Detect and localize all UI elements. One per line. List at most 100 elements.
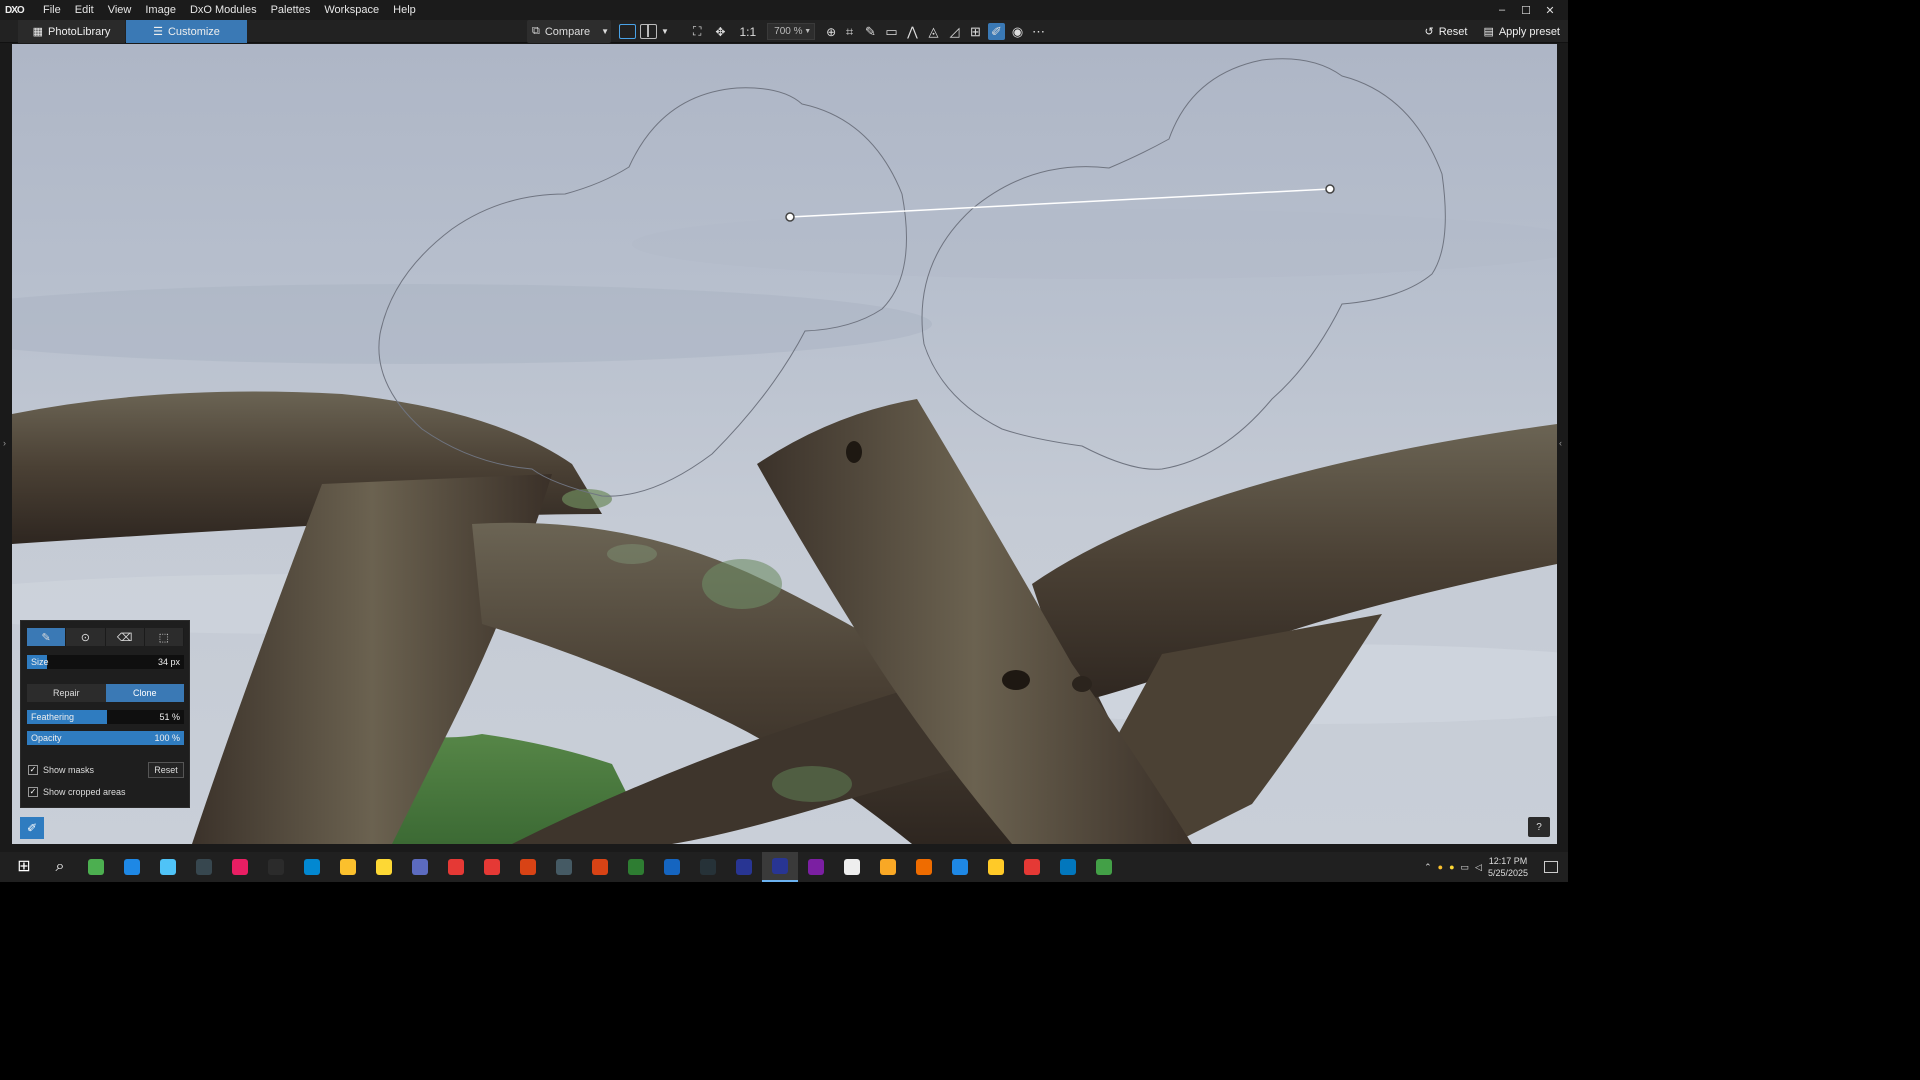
taskbar-app-red-button[interactable] bbox=[438, 852, 474, 882]
zoom-group: ⛶ ✥ 1:1 700 % ▼ ⊕ bbox=[690, 20, 839, 43]
eyedropper-icon[interactable]: ✎ bbox=[862, 23, 879, 40]
clock[interactable]: 12:17 PM 5/25/2025 bbox=[1488, 855, 1528, 879]
knot-hole bbox=[846, 441, 862, 463]
taskbar-word-button[interactable] bbox=[654, 852, 690, 882]
reset-button[interactable]: ↺ Reset bbox=[1424, 25, 1467, 39]
menu-help[interactable]: Help bbox=[386, 4, 423, 16]
tray-app-icon[interactable]: ● bbox=[1449, 862, 1454, 872]
network-icon[interactable]: ▭ bbox=[1461, 862, 1470, 873]
repair-icon[interactable]: ✐ bbox=[988, 23, 1005, 40]
taskbar-app-white-button[interactable] bbox=[546, 852, 582, 882]
menu-edit[interactable]: Edit bbox=[68, 4, 101, 16]
close-button[interactable]: ✕ bbox=[1538, 4, 1562, 17]
menu-dxo-modules[interactable]: DxO Modules bbox=[183, 4, 264, 16]
move-icon[interactable]: ✥ bbox=[712, 22, 728, 41]
taskbar-app-gold-button[interactable] bbox=[870, 852, 906, 882]
taskbar-app-orange-button[interactable] bbox=[906, 852, 942, 882]
zoom-in-icon[interactable]: ⊕ bbox=[823, 22, 839, 41]
fit-screen-icon[interactable]: ⛶ bbox=[690, 22, 704, 41]
taskbar-chrome-button[interactable] bbox=[1086, 852, 1122, 882]
brush-tool-button[interactable]: ✎ bbox=[27, 628, 67, 646]
local-adjust-icon[interactable]: ◬ bbox=[925, 23, 942, 40]
help-button[interactable]: ? bbox=[1528, 817, 1550, 837]
taskbar-outlook-button[interactable] bbox=[1050, 852, 1086, 882]
source-handle[interactable] bbox=[785, 212, 795, 222]
menu-view[interactable]: View bbox=[101, 4, 139, 16]
perspective-icon[interactable]: ⋀ bbox=[904, 23, 921, 40]
mask-icon[interactable]: ◿ bbox=[946, 23, 963, 40]
selection-button[interactable]: ⬚ bbox=[144, 628, 184, 646]
split-view-button[interactable] bbox=[640, 24, 657, 39]
maximize-button[interactable]: ☐ bbox=[1514, 4, 1538, 17]
crop-icon[interactable]: ⌗ bbox=[841, 23, 858, 40]
image-viewer[interactable] bbox=[12, 44, 1557, 844]
zoom-select[interactable]: 700 % ▼ bbox=[767, 23, 816, 40]
app-bird-icon bbox=[88, 859, 104, 875]
eraser-button[interactable]: ⌫ bbox=[105, 628, 145, 646]
taskbar-itunes-button[interactable] bbox=[222, 852, 258, 882]
taskbar-app-bird-button[interactable] bbox=[78, 852, 114, 882]
chevron-up-icon[interactable]: ⌃ bbox=[1424, 862, 1432, 873]
horizon-icon[interactable]: ▭ bbox=[883, 23, 900, 40]
taskbar-edge-button[interactable] bbox=[114, 852, 150, 882]
palette-reset-button[interactable]: Reset bbox=[148, 762, 184, 778]
clone-mode-button[interactable]: Clone bbox=[105, 684, 184, 702]
dxo-logo: DXO bbox=[5, 4, 25, 16]
chevron-left-icon[interactable]: ‹ bbox=[1559, 438, 1562, 448]
tab-photolibrary[interactable]: ▦ PhotoLibrary bbox=[18, 20, 125, 43]
taskbar-app-blue-button[interactable] bbox=[942, 852, 978, 882]
volume-icon[interactable]: ◁ bbox=[1475, 862, 1482, 873]
show-masks-checkbox[interactable]: ✓ bbox=[28, 765, 38, 775]
taskbar-explorer-button[interactable] bbox=[330, 852, 366, 882]
guides-icon[interactable]: ⋯ bbox=[1030, 23, 1047, 40]
taskbar-app-gray-button[interactable] bbox=[402, 852, 438, 882]
notification-icon[interactable] bbox=[1544, 861, 1558, 873]
zoom-value: 700 % bbox=[774, 26, 803, 37]
single-view-button[interactable] bbox=[619, 24, 636, 39]
powerpoint-icon bbox=[592, 859, 608, 875]
tray-app-icon[interactable]: ● bbox=[1438, 862, 1443, 872]
reset-icon: ↺ bbox=[1424, 26, 1434, 38]
taskbar-viewpoint-button[interactable] bbox=[690, 852, 726, 882]
repair-mode-button[interactable]: Repair bbox=[27, 684, 106, 702]
taskbar-app-sticky-button[interactable] bbox=[978, 852, 1014, 882]
eye-icon[interactable]: ◉ bbox=[1009, 23, 1026, 40]
taskbar-search-button[interactable]: ⌕ bbox=[42, 852, 78, 882]
tab-customize[interactable]: ☰ Customize bbox=[126, 20, 247, 43]
target-handle[interactable] bbox=[1325, 184, 1335, 194]
compare-button[interactable]: ⧉ Compare ▼ bbox=[527, 20, 611, 43]
taskbar-speed-button[interactable] bbox=[258, 852, 294, 882]
brush-icon: ✎ bbox=[41, 631, 51, 644]
taskbar-app-yellow-button[interactable] bbox=[366, 852, 402, 882]
repair-palette-toggle[interactable]: ✐ bbox=[20, 817, 44, 839]
size-slider[interactable]: Size 34 px bbox=[27, 655, 184, 669]
taskbar-start-button[interactable]: ⊞ bbox=[6, 852, 42, 882]
menu-image[interactable]: Image bbox=[138, 4, 183, 16]
menu-workspace[interactable]: Workspace bbox=[317, 4, 386, 16]
menu-palettes[interactable]: Palettes bbox=[264, 4, 318, 16]
taskbar-app-q-button[interactable] bbox=[1014, 852, 1050, 882]
taskbar-mail-button[interactable] bbox=[150, 852, 186, 882]
taskbar-acrobat-button[interactable] bbox=[510, 852, 546, 882]
taskbar-excel-button[interactable] bbox=[618, 852, 654, 882]
taskbar-photolab-1-button[interactable] bbox=[726, 852, 762, 882]
taskbar-powerpoint-button[interactable] bbox=[582, 852, 618, 882]
app-white-icon bbox=[556, 859, 572, 875]
taskbar-todo-button[interactable] bbox=[474, 852, 510, 882]
taskbar-app-purple-button[interactable] bbox=[798, 852, 834, 882]
taskbar-app-camera-button[interactable] bbox=[834, 852, 870, 882]
feathering-slider[interactable]: Feathering 51 % bbox=[27, 710, 184, 724]
taskbar-photolab-2-button[interactable] bbox=[762, 852, 798, 882]
chevron-down-icon[interactable]: ▼ bbox=[661, 27, 669, 36]
minimize-button[interactable]: – bbox=[1490, 4, 1514, 16]
auto-brush-button[interactable]: ⊙ bbox=[66, 628, 106, 646]
apply-preset-button[interactable]: ▤ Apply preset bbox=[1483, 25, 1560, 39]
taskbar-app-dark-button[interactable] bbox=[186, 852, 222, 882]
grid-tool-icon[interactable]: ⊞ bbox=[967, 23, 984, 40]
menu-file[interactable]: File bbox=[36, 4, 68, 16]
one-to-one-button[interactable]: 1:1 bbox=[736, 22, 759, 41]
opacity-slider[interactable]: Opacity 100 % bbox=[27, 731, 184, 745]
show-cropped-checkbox[interactable]: ✓ bbox=[28, 787, 38, 797]
taskbar-store-button[interactable] bbox=[294, 852, 330, 882]
chevron-right-icon[interactable]: › bbox=[3, 438, 6, 448]
